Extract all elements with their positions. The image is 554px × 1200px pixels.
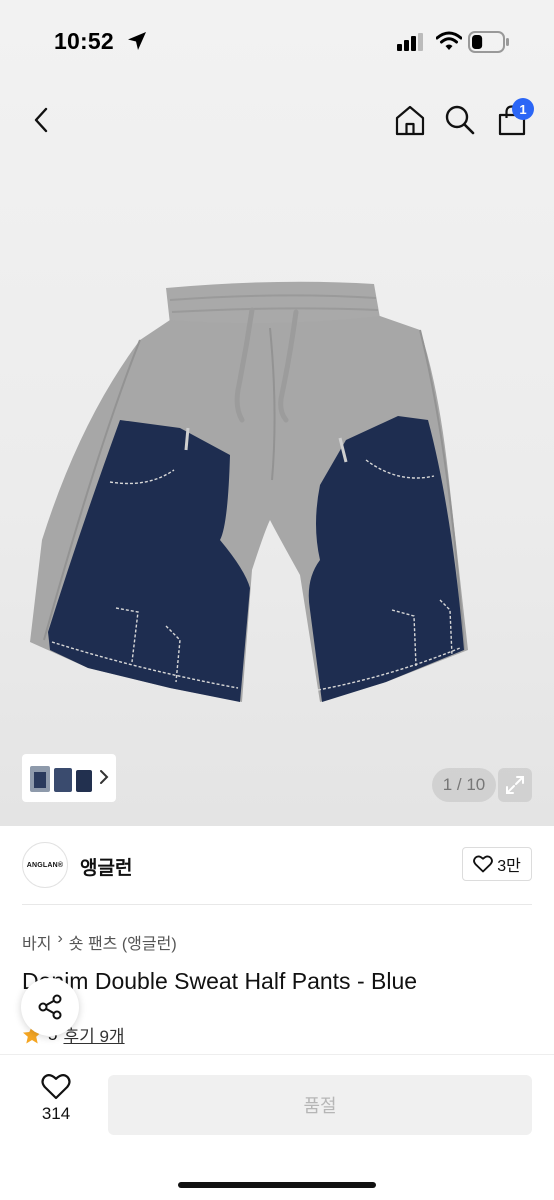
battery-icon bbox=[468, 31, 509, 53]
share-icon bbox=[38, 994, 62, 1020]
reviews-link[interactable]: 후기 9개 bbox=[63, 1022, 124, 1047]
thumbnail-image bbox=[30, 766, 92, 792]
breadcrumb-subcategory[interactable]: 숏 팬츠 (앵글런) bbox=[69, 930, 177, 954]
fullscreen-button[interactable] bbox=[498, 768, 532, 802]
cart-button[interactable]: 1 bbox=[492, 98, 534, 140]
product-like-button[interactable]: 314 bbox=[22, 1073, 90, 1124]
search-icon bbox=[445, 105, 475, 135]
breadcrumb: 바지 › 숏 팬츠 (앵글런) bbox=[22, 930, 177, 954]
bottom-action-bar: 314 품절 bbox=[0, 1054, 554, 1200]
thumbnail-strip[interactable] bbox=[22, 754, 116, 802]
product-image[interactable] bbox=[20, 270, 540, 720]
divider bbox=[22, 904, 532, 905]
home-icon bbox=[395, 105, 425, 136]
cart-count-badge: 1 bbox=[512, 98, 534, 120]
back-button[interactable] bbox=[22, 100, 62, 140]
expand-icon bbox=[506, 776, 524, 794]
heart-icon bbox=[41, 1074, 71, 1100]
location-arrow-icon bbox=[128, 32, 146, 50]
status-bar: 10:52 bbox=[0, 0, 554, 84]
product-hero: 10:52 1 1 / 10 bbox=[0, 0, 554, 826]
share-button[interactable] bbox=[21, 978, 79, 1036]
image-counter: 1 / 10 bbox=[432, 768, 496, 802]
brand-name[interactable]: 앵글런 bbox=[80, 853, 132, 880]
cellular-signal-icon bbox=[397, 33, 423, 51]
brand-like-button[interactable]: 3만 bbox=[462, 847, 532, 881]
product-like-count: 314 bbox=[41, 1104, 71, 1123]
heart-icon bbox=[473, 855, 494, 873]
search-button[interactable] bbox=[440, 100, 480, 140]
breadcrumb-separator-icon: › bbox=[57, 930, 63, 947]
home-indicator bbox=[178, 1182, 376, 1188]
chevron-right-icon bbox=[100, 770, 109, 784]
status-time: 10:52 bbox=[54, 28, 114, 54]
product-title: Denim Double Sweat Half Pants - Blue bbox=[22, 968, 418, 994]
chevron-left-icon bbox=[34, 107, 48, 133]
home-button[interactable] bbox=[390, 100, 430, 140]
brand-logo[interactable]: ANGLAN® bbox=[22, 842, 68, 888]
breadcrumb-category[interactable]: 바지 bbox=[22, 930, 51, 954]
sold-out-button[interactable]: 품절 bbox=[108, 1075, 532, 1135]
brand-like-count: 3만 bbox=[497, 858, 521, 875]
brand-row[interactable]: ANGLAN® 앵글런 3만 bbox=[0, 826, 554, 906]
wifi-icon bbox=[436, 31, 462, 50]
